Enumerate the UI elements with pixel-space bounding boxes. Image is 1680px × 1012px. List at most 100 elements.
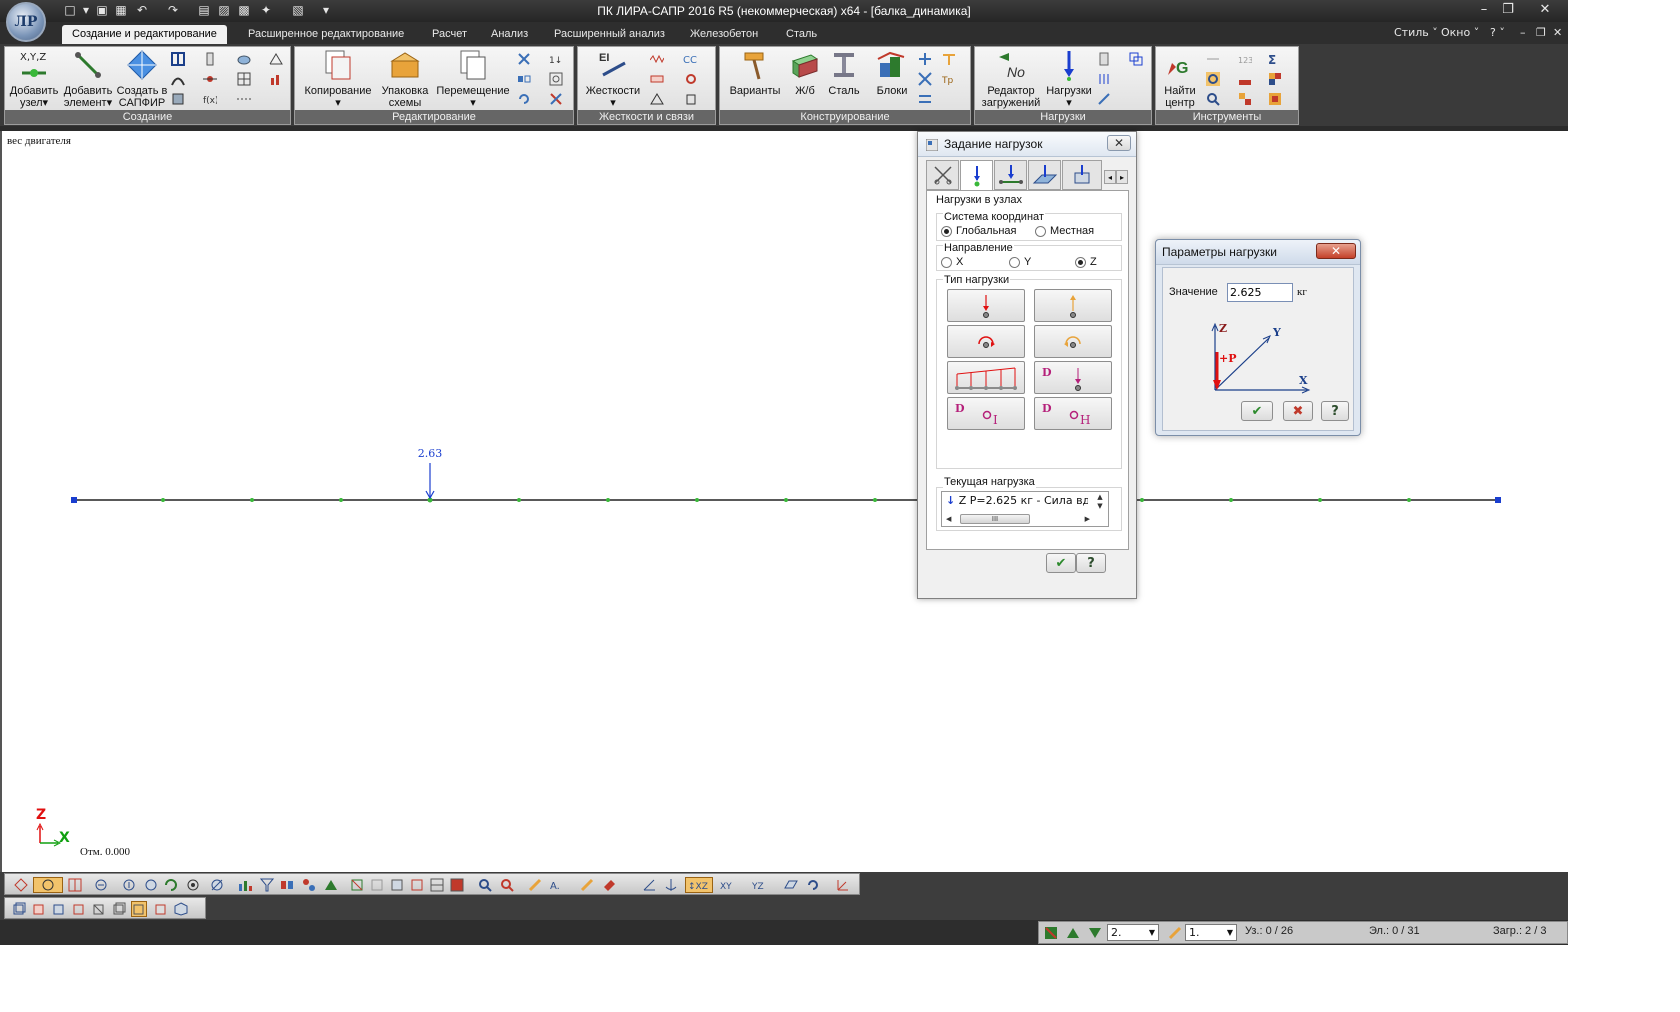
inspect-icon[interactable]: [477, 877, 493, 893]
tab-steel[interactable]: Сталь: [776, 25, 827, 44]
measure-icon[interactable]: [1204, 51, 1222, 67]
hscroll-right-icon[interactable]: ▶: [1085, 513, 1090, 525]
next-load-case-icon[interactable]: [1087, 925, 1103, 941]
load-parameters-dialog[interactable]: Параметры нагрузки ✕ Значение кг Z Y X +…: [1155, 239, 1361, 436]
maximize-button[interactable]: ❐: [1496, 1, 1520, 19]
doc-close-icon[interactable]: ✕: [1553, 25, 1562, 40]
labels-icon[interactable]: A.: [549, 877, 565, 893]
value-input[interactable]: [1227, 283, 1293, 302]
projection-icon[interactable]: [209, 877, 225, 893]
unify-icon[interactable]: [916, 91, 934, 107]
copy-button[interactable]: Копирование ▾: [301, 49, 375, 109]
display-shaded-icon[interactable]: [51, 901, 67, 917]
window-menu[interactable]: Окно ˅: [1441, 25, 1479, 40]
current-load-item[interactable]: ↓ Z P=2.625 кг - Сила вдоль: [946, 494, 1088, 507]
params-cancel-button[interactable]: ✖: [1283, 401, 1313, 421]
add-node-button[interactable]: X,Y,Z Добавить узел▾: [7, 49, 61, 109]
plus-icon[interactable]: [916, 51, 934, 67]
load-case-combo[interactable]: 2. ▼: [1107, 924, 1159, 941]
display-solid-icon[interactable]: [31, 901, 47, 917]
fixed-support-icon[interactable]: [682, 91, 700, 107]
display-active-icon[interactable]: [131, 901, 147, 917]
dash-grid-icon[interactable]: [235, 91, 253, 107]
params-ok-button[interactable]: ✔: [1241, 401, 1273, 421]
loads-button[interactable]: Нагрузки ▾: [1045, 49, 1093, 109]
tab-node-load-icon[interactable]: [960, 160, 993, 191]
zoom-window-icon[interactable]: [143, 877, 159, 893]
view-yz-icon[interactable]: YZ: [751, 877, 775, 893]
mirror-view-icon[interactable]: [279, 877, 295, 893]
add-element-button[interactable]: Добавить элемент▾: [61, 49, 115, 109]
cc-icon[interactable]: CC: [682, 51, 700, 67]
load-dialog-titlebar[interactable]: Задание нагрузок ✕: [918, 132, 1136, 157]
chart-bars-icon[interactable]: [267, 71, 285, 87]
load-case-icon[interactable]: [1043, 925, 1059, 941]
blocks-button[interactable]: Блоки: [870, 49, 914, 97]
search-icon[interactable]: [1204, 91, 1222, 107]
pan-icon[interactable]: [33, 877, 63, 893]
doc-restore-icon[interactable]: ❐: [1536, 25, 1546, 40]
zoom-box-icon[interactable]: [547, 71, 565, 87]
grid-icon[interactable]: [169, 51, 187, 67]
tab-scroll-left-icon[interactable]: ◂: [1104, 170, 1116, 184]
load-dialog-apply-button[interactable]: ✔: [1046, 553, 1076, 573]
element-filter-5-icon[interactable]: [429, 877, 445, 893]
element-filter-2-icon[interactable]: [369, 877, 385, 893]
brush-icon[interactable]: [527, 877, 543, 893]
filter-chart-icon[interactable]: [237, 877, 253, 893]
close-window-button[interactable]: ✕: [1528, 1, 1562, 19]
scissors-icon[interactable]: [515, 51, 533, 67]
display-edges-icon[interactable]: [71, 901, 87, 917]
dynamic-h-button[interactable]: DH: [1034, 397, 1112, 430]
mesh-icon[interactable]: [235, 71, 253, 87]
tab-advanced-edit[interactable]: Расширенное редактирование: [238, 25, 414, 44]
inspect-element-icon[interactable]: [499, 877, 515, 893]
load-assignment-dialog[interactable]: Задание нагрузок ✕ ◂ ▸ Нагрузки в узлах …: [917, 131, 1137, 599]
direction-x-radio[interactable]: [941, 257, 952, 268]
app-logo[interactable]: ЛР: [6, 2, 46, 42]
tab-analysis-run[interactable]: Расчет: [422, 25, 477, 44]
rc-button[interactable]: Ж/б: [786, 49, 824, 97]
rigid-link-icon[interactable]: [648, 71, 666, 87]
filter-icon[interactable]: [259, 877, 275, 893]
current-load-hscroll[interactable]: ◀ III ▶: [944, 513, 1092, 525]
load-dialog-help-button[interactable]: ?: [1076, 553, 1106, 573]
pencil-status-icon[interactable]: [1167, 925, 1183, 941]
cross-arrows-icon[interactable]: [916, 71, 934, 87]
tab-advanced-analysis[interactable]: Расширенный анализ: [544, 25, 675, 44]
local-radio[interactable]: [1035, 226, 1046, 237]
spring-icon[interactable]: [648, 51, 666, 67]
force-down-button[interactable]: [947, 289, 1025, 322]
zoom-out-icon[interactable]: [93, 877, 109, 893]
direction-z-radio[interactable]: [1075, 257, 1086, 268]
rotate-icon[interactable]: [515, 91, 533, 107]
sum-icon[interactable]: Σ: [1266, 51, 1284, 67]
params-help-button[interactable]: ?: [1321, 401, 1349, 421]
distributed-load-icon[interactable]: [1095, 71, 1113, 87]
palette-icon[interactable]: [1266, 91, 1284, 107]
move-button[interactable]: Перемещение ▾: [435, 49, 511, 109]
pencil-icon[interactable]: [579, 877, 595, 893]
formula-icon[interactable]: f(x): [201, 91, 219, 107]
end-node-left[interactable]: [71, 497, 77, 503]
select-icon[interactable]: [13, 877, 29, 893]
tools-grid-icon[interactable]: [1266, 71, 1284, 87]
zoom-in-icon[interactable]: [121, 877, 137, 893]
force-up-button[interactable]: [1034, 289, 1112, 322]
distributed-trapezoid-button[interactable]: [947, 361, 1025, 394]
pack-scheme-button[interactable]: Упаковка схемы: [375, 49, 435, 109]
isometric-icon[interactable]: [783, 877, 799, 893]
minimize-button[interactable]: –: [1472, 1, 1496, 19]
eraser-icon[interactable]: [601, 877, 617, 893]
view-xy-icon[interactable]: XY: [719, 877, 743, 893]
section-icon[interactable]: Tp: [940, 71, 958, 87]
tab-analysis[interactable]: Анализ: [481, 25, 538, 44]
tab-plate-load-icon[interactable]: [1028, 160, 1061, 190]
refresh-icon[interactable]: [1204, 71, 1222, 87]
display-wire-icon[interactable]: [11, 901, 27, 917]
load-editor-button[interactable]: No Редактор загружений: [977, 49, 1045, 109]
tab-element-load-icon[interactable]: [994, 160, 1027, 190]
dynamic-force-button[interactable]: D: [1034, 361, 1112, 394]
mirror-icon[interactable]: [515, 71, 533, 87]
frame-icon[interactable]: [169, 91, 187, 107]
